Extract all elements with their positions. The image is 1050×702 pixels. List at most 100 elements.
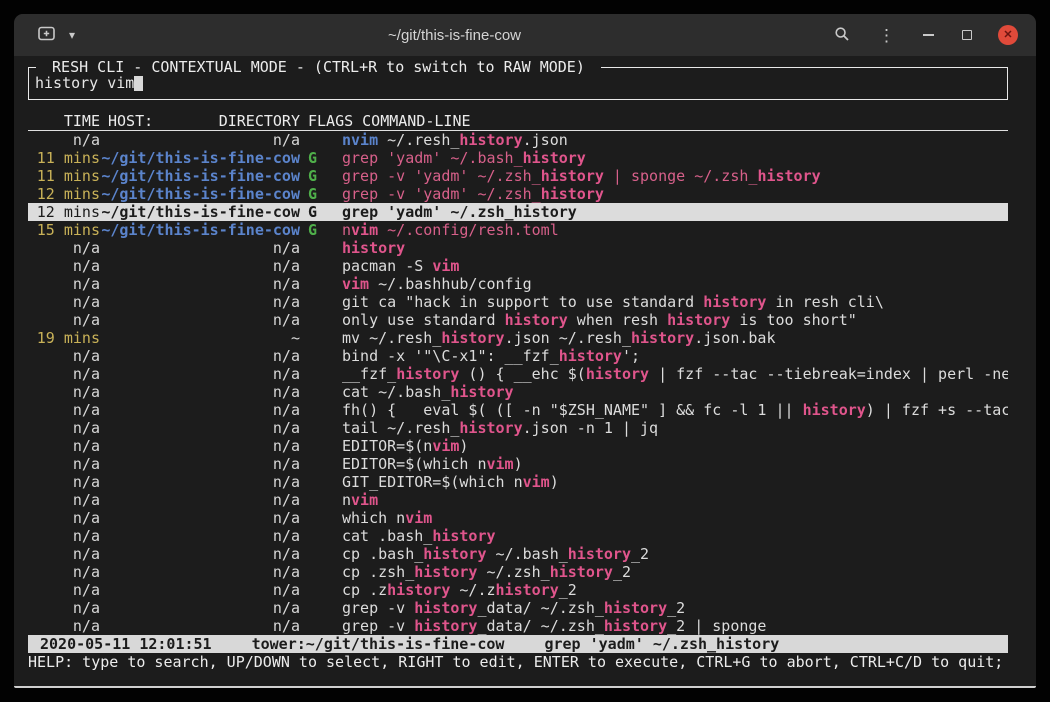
table-row[interactable]: n/an/a GIT_EDITOR=$(which nvim) xyxy=(28,473,1008,491)
table-row[interactable]: n/an/aEDITOR=$(which nvim) xyxy=(28,455,1008,473)
row-host-directory: n/a xyxy=(100,347,300,365)
row-host-directory: ~/git/this-is-fine-cow xyxy=(100,221,300,239)
row-command: nvim ~/.resh_history.json xyxy=(338,131,1008,149)
history-rows: n/an/anvim ~/.resh_history.json11 mins~/… xyxy=(28,131,1008,635)
row-command: GIT_EDITOR=$(which nvim) xyxy=(338,473,1008,491)
row-time: n/a xyxy=(28,275,100,293)
search-button[interactable] xyxy=(832,24,852,47)
row-command: git ca "hack in support to use standard … xyxy=(338,293,1008,311)
table-row[interactable]: n/an/a cat .bash_history xyxy=(28,527,1008,545)
table-row[interactable]: n/an/acat ~/.bash_history xyxy=(28,383,1008,401)
table-row[interactable]: 12 mins~/git/this-is-fine-cowGgrep 'yadm… xyxy=(28,203,1008,221)
resh-search-box[interactable]: RESH CLI - CONTEXTUAL MODE - (CTRL+R to … xyxy=(28,67,1008,100)
header-host: HOST: xyxy=(108,112,153,130)
table-row[interactable]: n/an/afh() { eval $( ([ -n "$ZSH_NAME" ]… xyxy=(28,401,1008,419)
header-host-directory: HOST: DIRECTORY xyxy=(100,112,300,130)
row-host-directory: n/a xyxy=(100,239,300,257)
table-row[interactable]: n/an/apacman -S vim xyxy=(28,257,1008,275)
header-directory: DIRECTORY xyxy=(219,112,300,130)
table-row[interactable]: 11 mins~/git/this-is-fine-cowGgrep 'yadm… xyxy=(28,149,1008,167)
caret-down-icon: ▾ xyxy=(69,28,75,42)
row-host-directory: n/a xyxy=(100,527,300,545)
new-tab-icon xyxy=(38,26,55,44)
row-command: grep -v history_data/ ~/.zsh_history_2 xyxy=(338,599,1008,617)
titlebar-right-group: ⋮ ✕ xyxy=(832,24,1018,47)
row-host-directory: n/a xyxy=(100,401,300,419)
table-row[interactable]: n/an/atail ~/.resh_history.json -n 1 | j… xyxy=(28,419,1008,437)
row-flags: G xyxy=(300,149,338,167)
row-time: n/a xyxy=(28,473,100,491)
row-flags xyxy=(300,473,338,491)
row-time: n/a xyxy=(28,437,100,455)
row-command: cat .bash_history xyxy=(338,527,1008,545)
table-row[interactable]: n/an/acp .zhistory ~/.zhistory_2 xyxy=(28,581,1008,599)
row-host-directory: ~/git/this-is-fine-cow xyxy=(100,149,300,167)
row-flags: G xyxy=(300,221,338,239)
minimize-button[interactable] xyxy=(921,32,936,38)
table-row[interactable]: n/an/anvim xyxy=(28,491,1008,509)
table-row[interactable]: n/an/agrep -v history_data/ ~/.zsh_histo… xyxy=(28,617,1008,635)
row-flags xyxy=(300,293,338,311)
row-flags xyxy=(300,239,338,257)
table-row[interactable]: 15 mins~/git/this-is-fine-cowGnvim ~/.co… xyxy=(28,221,1008,239)
status-datetime: 2020-05-11 12:01:51 xyxy=(40,635,212,653)
header-flags-command: FLAGS COMMAND-LINE xyxy=(300,112,1008,130)
header-flags: FLAGS xyxy=(308,112,353,130)
row-time: 12 mins xyxy=(28,185,100,203)
row-host-directory: n/a xyxy=(100,617,300,635)
table-row[interactable]: 11 mins~/git/this-is-fine-cowGgrep -v 'y… xyxy=(28,167,1008,185)
row-time: n/a xyxy=(28,401,100,419)
row-command: which nvim xyxy=(338,509,1008,527)
table-row[interactable]: n/an/ahistory xyxy=(28,239,1008,257)
tab-dropdown-button[interactable]: ▾ xyxy=(67,26,77,44)
search-input[interactable]: history vim xyxy=(35,74,143,92)
table-row[interactable]: n/an/acp .zsh_history ~/.zsh_history_2 xyxy=(28,563,1008,581)
table-row[interactable]: n/an/abind -x '"\C-x1": __fzf_history'; xyxy=(28,347,1008,365)
row-time: 11 mins xyxy=(28,149,100,167)
terminal-content: RESH CLI - CONTEXTUAL MODE - (CTRL+R to … xyxy=(14,56,1036,688)
row-flags: G xyxy=(300,203,338,221)
table-row[interactable]: n/an/aEDITOR=$(nvim) xyxy=(28,437,1008,455)
table-row[interactable]: n/an/acp .bash_history ~/.bash_history_2 xyxy=(28,545,1008,563)
table-row[interactable]: n/an/anvim ~/.resh_history.json xyxy=(28,131,1008,149)
row-host-directory: n/a xyxy=(100,383,300,401)
row-command: nvim xyxy=(338,491,1008,509)
new-tab-button[interactable] xyxy=(36,24,57,46)
row-command: grep -v history_data/ ~/.zsh_history_2 |… xyxy=(338,617,1008,635)
row-time: n/a xyxy=(28,509,100,527)
row-time: n/a xyxy=(28,527,100,545)
table-row[interactable]: 12 mins~/git/this-is-fine-cowGgrep -v 'y… xyxy=(28,185,1008,203)
row-flags xyxy=(300,347,338,365)
row-command: grep 'yadm' ~/.zsh_history xyxy=(338,203,1008,221)
table-row[interactable]: n/an/avim ~/.bashhub/config xyxy=(28,275,1008,293)
table-row[interactable]: n/an/awhich nvim xyxy=(28,509,1008,527)
row-flags xyxy=(300,491,338,509)
row-command: __fzf_history () { __ehc $(history | fzf… xyxy=(338,365,1008,383)
row-host-directory: n/a xyxy=(100,275,300,293)
row-time: 11 mins xyxy=(28,167,100,185)
row-host-directory: n/a xyxy=(100,599,300,617)
menu-button[interactable]: ⋮ xyxy=(876,25,897,46)
row-host-directory: n/a xyxy=(100,563,300,581)
terminal-empty-space xyxy=(28,671,1008,686)
table-row[interactable]: n/an/aonly use standard history when res… xyxy=(28,311,1008,329)
row-time: n/a xyxy=(28,419,100,437)
row-host-directory: n/a xyxy=(100,419,300,437)
row-flags xyxy=(300,329,338,347)
row-host-directory: n/a xyxy=(100,473,300,491)
row-host-directory: n/a xyxy=(100,491,300,509)
row-flags xyxy=(300,437,338,455)
table-row[interactable]: n/an/a__fzf_history () { __ehc $(history… xyxy=(28,365,1008,383)
table-row[interactable]: n/an/agrep -v history_data/ ~/.zsh_histo… xyxy=(28,599,1008,617)
restore-button[interactable] xyxy=(960,28,974,42)
close-button[interactable]: ✕ xyxy=(998,25,1018,45)
status-location: tower:~/git/this-is-fine-cow xyxy=(252,635,505,653)
row-command: cp .bash_history ~/.bash_history_2 xyxy=(338,545,1008,563)
row-time: n/a xyxy=(28,311,100,329)
table-row[interactable]: n/an/agit ca "hack in support to use sta… xyxy=(28,293,1008,311)
row-time: n/a xyxy=(28,293,100,311)
table-row[interactable]: 19 mins~mv ~/.resh_history.json ~/.resh_… xyxy=(28,329,1008,347)
mode-label: RESH CLI - CONTEXTUAL MODE - (CTRL+R to … xyxy=(36,58,601,76)
close-icon: ✕ xyxy=(1003,30,1012,41)
terminal-window: ▾ ~/git/this-is-fine-cow ⋮ xyxy=(14,14,1036,688)
